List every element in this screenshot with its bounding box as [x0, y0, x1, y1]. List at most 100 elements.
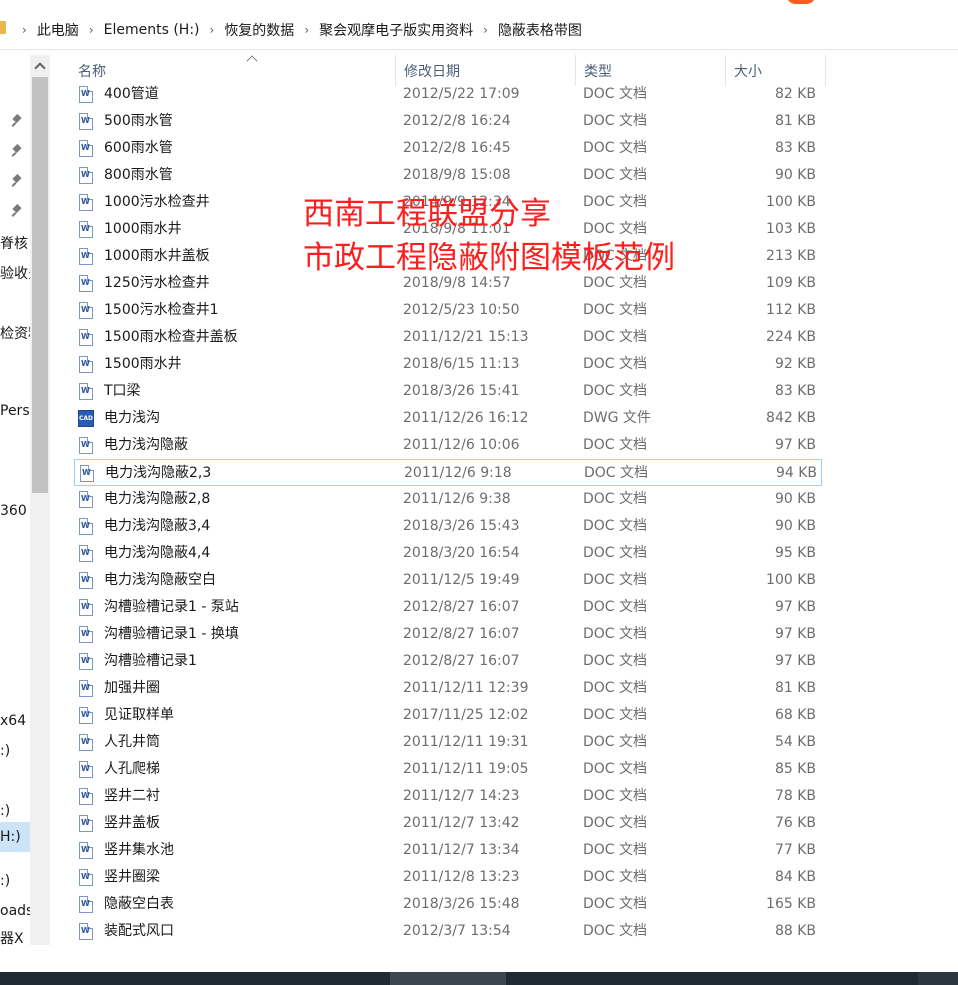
file-type: DOC 文档 — [583, 626, 648, 642]
nav-item[interactable]: :) — [0, 743, 10, 759]
file-row[interactable]: 隐蔽空白表 2018/3/26 15:48 DOC 文档 165 KB — [74, 891, 822, 918]
nav-item[interactable]: H:) — [0, 822, 30, 852]
file-row[interactable]: 600雨水管 2012/2/8 16:45 DOC 文档 83 KB — [74, 135, 822, 162]
breadcrumb-item[interactable]: 隐蔽表格带图 — [498, 20, 582, 40]
word-doc-icon — [79, 626, 93, 643]
file-row[interactable]: 竖井二衬 2011/12/7 14:23 DOC 文档 78 KB — [74, 783, 822, 810]
nav-item[interactable]: :) — [0, 803, 10, 819]
pin-icon[interactable] — [12, 175, 22, 187]
nav-item[interactable]: 器X — [0, 928, 24, 948]
file-row[interactable]: 电力浅沟隐蔽 2011/12/6 10:06 DOC 文档 97 KB — [74, 432, 822, 459]
file-row[interactable]: 人孔井筒 2011/12/11 19:31 DOC 文档 54 KB — [74, 729, 822, 756]
file-modified-date: 2011/12/5 19:49 — [403, 572, 520, 588]
taskbar-active-app[interactable] — [390, 972, 506, 985]
file-row[interactable]: 1500雨水井 2018/6/15 11:13 DOC 文档 92 KB — [74, 351, 822, 378]
file-modified-date: 2011/12/6 9:18 — [404, 465, 512, 481]
file-row[interactable]: 沟槽验槽记录1 2012/8/27 16:07 DOC 文档 97 KB — [74, 648, 822, 675]
file-modified-date: 2011/12/11 12:39 — [403, 680, 529, 696]
scrollbar-thumb[interactable] — [32, 77, 48, 493]
taskbar-app[interactable] — [918, 972, 958, 985]
breadcrumb-item[interactable]: 聚会观摩电子版实用资料 — [319, 20, 473, 40]
file-type: DOC 文档 — [583, 302, 648, 318]
file-row[interactable]: 电力浅沟隐蔽3,4 2018/3/26 15:43 DOC 文档 90 KB — [74, 513, 822, 540]
navigation-scrollbar[interactable] — [30, 55, 50, 945]
file-modified-date: 2018/9/8 15:08 — [403, 167, 511, 183]
word-doc-icon — [79, 815, 93, 832]
breadcrumb-separator-icon[interactable]: › — [89, 23, 94, 37]
file-modified-date: 2018/3/26 15:41 — [403, 383, 520, 399]
file-size: 83 KB — [774, 140, 816, 156]
breadcrumb-separator-icon[interactable]: › — [22, 23, 27, 37]
file-type: DOC 文档 — [583, 923, 648, 939]
word-doc-icon — [79, 248, 93, 265]
nav-item[interactable]: x64 — [0, 713, 26, 729]
breadcrumb-separator-icon[interactable]: › — [210, 23, 215, 37]
file-type: DOC 文档 — [583, 761, 648, 777]
nav-item[interactable]: 脊核 — [0, 233, 28, 253]
file-row[interactable]: 800雨水管 2018/9/8 15:08 DOC 文档 90 KB — [74, 162, 822, 189]
breadcrumb-item[interactable]: Elements (H:) — [104, 22, 200, 38]
pin-icon[interactable] — [12, 115, 22, 127]
nav-item[interactable]: 验收多 — [0, 263, 30, 283]
file-row[interactable]: 1500污水检查井1 2012/5/23 10:50 DOC 文档 112 KB — [74, 297, 822, 324]
nav-item[interactable]: :) — [0, 873, 10, 889]
overlay-text-line1: 西南工程联盟分享 — [303, 196, 551, 232]
file-row[interactable]: 加强井圈 2011/12/11 12:39 DOC 文档 81 KB — [74, 675, 822, 702]
nav-item[interactable]: oads — [0, 903, 30, 919]
taskbar — [0, 972, 958, 985]
scroll-up-arrow-icon[interactable] — [30, 55, 50, 77]
file-row[interactable]: 装配式风口 2012/3/7 13:54 DOC 文档 88 KB — [74, 918, 822, 945]
file-row[interactable]: 沟槽验槽记录1 - 泵站 2012/8/27 16:07 DOC 文档 97 KB — [74, 594, 822, 621]
file-name: 800雨水管 — [104, 167, 173, 183]
pin-icon[interactable] — [12, 205, 22, 217]
file-name: 电力浅沟隐蔽3,4 — [104, 518, 211, 534]
nav-item[interactable]: 360 — [0, 503, 27, 519]
file-size: 97 KB — [774, 626, 816, 642]
file-row[interactable]: 竖井盖板 2011/12/7 13:42 DOC 文档 76 KB — [74, 810, 822, 837]
file-row[interactable]: 电力浅沟隐蔽4,4 2018/3/20 16:54 DOC 文档 95 KB — [74, 540, 822, 567]
word-doc-icon — [79, 842, 93, 859]
file-row[interactable]: 500雨水管 2012/2/8 16:24 DOC 文档 81 KB — [74, 108, 822, 135]
nav-item[interactable]: Perso — [0, 403, 30, 419]
file-size: 90 KB — [774, 491, 816, 507]
file-type: DOC 文档 — [583, 680, 648, 696]
file-type: DOC 文档 — [583, 221, 648, 237]
breadcrumb-item[interactable]: 此电脑 — [37, 20, 79, 40]
breadcrumb-separator-icon[interactable]: › — [483, 23, 488, 37]
file-row[interactable]: 电力浅沟隐蔽2,3 2011/12/6 9:18 DOC 文档 94 KB — [74, 459, 822, 486]
file-modified-date: 2018/3/26 15:48 — [403, 896, 520, 912]
file-row[interactable]: 见证取样单 2017/11/25 12:02 DOC 文档 68 KB — [74, 702, 822, 729]
pin-icon[interactable] — [12, 145, 22, 157]
file-row[interactable]: 竖井集水池 2011/12/7 13:34 DOC 文档 77 KB — [74, 837, 822, 864]
file-size: 213 KB — [766, 248, 816, 264]
file-row[interactable]: 400管道 2012/5/22 17:09 DOC 文档 82 KB — [74, 81, 822, 108]
word-doc-icon — [79, 491, 93, 508]
file-row[interactable]: 竖井圈梁 2011/12/8 13:23 DOC 文档 84 KB — [74, 864, 822, 891]
file-modified-date: 2011/12/8 13:23 — [403, 869, 520, 885]
nav-item[interactable]: 检资料 — [0, 323, 30, 343]
file-row[interactable]: T口梁 2018/3/26 15:41 DOC 文档 83 KB — [74, 378, 822, 405]
file-size: 84 KB — [774, 869, 816, 885]
address-bar[interactable]: › 此电脑 › Elements (H:) › 恢复的数据 › 聚会观摩电子版实用资料 › 隐蔽表… — [0, 0, 958, 50]
file-modified-date: 2011/12/11 19:31 — [403, 734, 529, 750]
file-type: DOC 文档 — [583, 734, 648, 750]
file-size: 90 KB — [774, 518, 816, 534]
file-type: DOC 文档 — [583, 491, 648, 507]
file-row[interactable]: 沟槽验槽记录1 - 换填 2012/8/27 16:07 DOC 文档 97 KB — [74, 621, 822, 648]
breadcrumb-item[interactable]: 恢复的数据 — [224, 20, 294, 40]
word-doc-icon — [79, 356, 93, 373]
word-doc-icon — [79, 599, 93, 616]
file-name: 1500雨水检查井盖板 — [104, 329, 238, 345]
file-row[interactable]: 人孔爬梯 2011/12/11 19:05 DOC 文档 85 KB — [74, 756, 822, 783]
file-row[interactable]: 1500雨水检查井盖板 2011/12/21 15:13 DOC 文档 224 KB — [74, 324, 822, 351]
word-doc-icon — [79, 923, 93, 940]
file-type: DOC 文档 — [583, 383, 648, 399]
file-name: 电力浅沟 — [104, 410, 160, 426]
file-modified-date: 2017/11/25 12:02 — [403, 707, 529, 723]
file-name: 电力浅沟隐蔽2,8 — [104, 491, 211, 507]
file-row[interactable]: 电力浅沟隐蔽空白 2011/12/5 19:49 DOC 文档 100 KB — [74, 567, 822, 594]
file-row[interactable]: 电力浅沟隐蔽2,8 2011/12/6 9:38 DOC 文档 90 KB — [74, 486, 822, 513]
file-modified-date: 2012/8/27 16:07 — [403, 599, 520, 615]
breadcrumb-separator-icon[interactable]: › — [304, 23, 309, 37]
file-row[interactable]: 电力浅沟 2011/12/26 16:12 DWG 文件 842 KB — [74, 405, 822, 432]
